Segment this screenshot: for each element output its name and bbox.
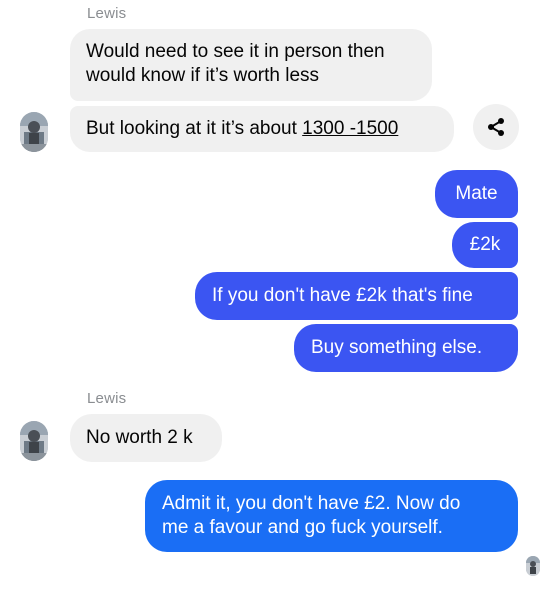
incoming-message[interactable]: Would need to see it in person then woul… — [70, 29, 432, 101]
incoming-message[interactable]: But looking at it it’s about 1300 -1500 — [70, 106, 454, 152]
outgoing-message[interactable]: Mate — [435, 170, 518, 218]
outgoing-message[interactable]: Admit it, you don't have £2. Now do me a… — [145, 480, 518, 552]
outgoing-message[interactable]: If you don't have £2k that's fine — [195, 272, 518, 320]
contact-avatar[interactable] — [20, 421, 48, 461]
sender-name: Lewis — [87, 5, 127, 22]
contact-avatar[interactable] — [20, 112, 48, 152]
share-button[interactable] — [473, 104, 519, 150]
outgoing-message[interactable]: £2k — [452, 222, 518, 268]
message-text: me a favour and go fuck yourself. — [162, 517, 443, 538]
message-text: Would need to see it in person then — [86, 41, 385, 62]
read-receipt-avatar — [526, 556, 540, 576]
message-text: But looking at it it’s about — [86, 118, 303, 139]
message-text: Admit it, you don't have £2. Now do — [162, 493, 461, 514]
message-text: would know if it’s worth less — [86, 65, 320, 86]
message-link[interactable]: 1300 -1500 — [302, 118, 398, 139]
share-icon — [488, 118, 504, 136]
sender-name: Lewis — [87, 390, 127, 407]
incoming-message[interactable]: No worth 2 k — [70, 414, 222, 462]
outgoing-message[interactable]: Buy something else. — [294, 324, 518, 372]
